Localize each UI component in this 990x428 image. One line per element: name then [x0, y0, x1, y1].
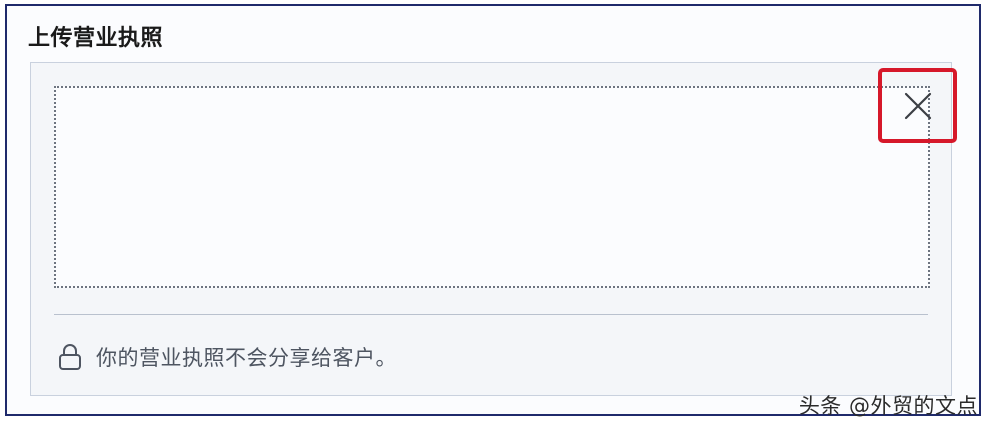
- privacy-text: 你的营业执照不会分享给客户。: [96, 346, 397, 370]
- watermark: 头条 @外贸的文点: [798, 394, 978, 418]
- close-button[interactable]: [878, 68, 957, 143]
- privacy-notice: 你的营业执照不会分享给客户。: [58, 342, 397, 372]
- close-icon: [903, 91, 933, 121]
- section-title: 上传营业执照: [28, 26, 164, 51]
- divider: [54, 314, 928, 315]
- lock-icon: [58, 343, 82, 371]
- upload-dropzone[interactable]: [54, 86, 930, 288]
